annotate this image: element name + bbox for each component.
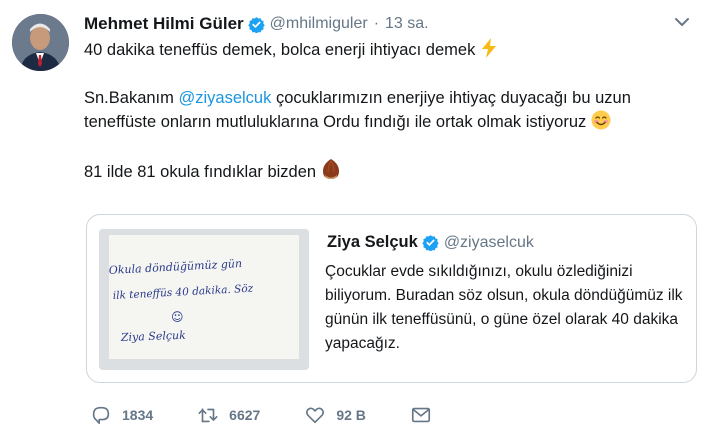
verified-badge-icon xyxy=(422,235,439,251)
tweet-actions: 1834 6627 92 B xyxy=(90,402,476,428)
note-signature: Ziya Selçuk xyxy=(120,329,187,344)
note-smiley: ☺ xyxy=(171,310,184,324)
tweet-body: 40 dakika teneffüs demek, bolca enerji i… xyxy=(84,38,684,184)
like-button[interactable]: 92 B xyxy=(304,404,366,426)
tweet-line-2-prefix: Sn.Bakanım xyxy=(84,89,174,107)
quote-author-handle[interactable]: @ziyaselcuk xyxy=(444,234,534,252)
retweet-count: 6627 xyxy=(229,407,261,423)
envelope-icon xyxy=(411,407,430,423)
verified-badge-icon xyxy=(247,16,265,33)
author-avatar[interactable] xyxy=(12,14,69,71)
hazelnut-emoji xyxy=(322,159,339,179)
tweet-line-1-text: 40 dakika teneffüs demek, bolca enerji i… xyxy=(84,41,476,59)
tweet-line-3-text: 81 ilde 81 okula fındıklar bizden xyxy=(84,163,317,181)
handwritten-note-image[interactable]: Okula döndüğümüz gün ilk teneffüs 40 dak… xyxy=(99,229,309,370)
smiling-face-emoji xyxy=(591,110,611,130)
heart-icon xyxy=(306,407,325,424)
chevron-down-icon[interactable] xyxy=(672,12,692,32)
direct-message-button[interactable] xyxy=(410,404,432,426)
retweet-icon xyxy=(198,408,218,423)
header-separator: · xyxy=(373,15,380,32)
quote-text: Çocuklar evde sıkıldığınızı, okulu özled… xyxy=(325,263,683,352)
reply-icon xyxy=(92,406,110,425)
quoted-tweet[interactable]: Okula döndüğümüz gün ilk teneffüs 40 dak… xyxy=(86,214,697,383)
tweet-timestamp[interactable]: 13 sa. xyxy=(385,15,429,33)
reply-button[interactable]: 1834 xyxy=(90,404,153,426)
quote-author-name[interactable]: Ziya Selçuk xyxy=(327,233,418,252)
tweet-line-3: 81 ilde 81 okula fındıklar bizden xyxy=(84,158,684,184)
tweet-header: Mehmet Hilmi Güler @mhilmiguler · 13 sa. xyxy=(84,12,666,36)
retweet-button[interactable]: 6627 xyxy=(197,404,260,426)
tweet-line-1: 40 dakika teneffüs demek, bolca enerji i… xyxy=(84,38,684,62)
author-handle[interactable]: @mhilmiguler xyxy=(270,15,368,33)
reply-count: 1834 xyxy=(122,407,154,423)
handwritten-note-drawing: Okula döndüğümüz gün ilk teneffüs 40 dak… xyxy=(99,229,309,370)
quote-header: Ziya Selçuk @ziyaselcuk xyxy=(327,233,534,252)
lightning-emoji xyxy=(481,38,496,58)
like-count: 92 B xyxy=(336,407,366,423)
mention-link[interactable]: @ziyaselcuk xyxy=(178,89,271,107)
avatar-portrait xyxy=(12,14,69,71)
tweet-line-2: Sn.Bakanım @ziyaselcuk çocuklarımızın en… xyxy=(84,86,684,134)
author-name[interactable]: Mehmet Hilmi Güler xyxy=(84,14,244,34)
